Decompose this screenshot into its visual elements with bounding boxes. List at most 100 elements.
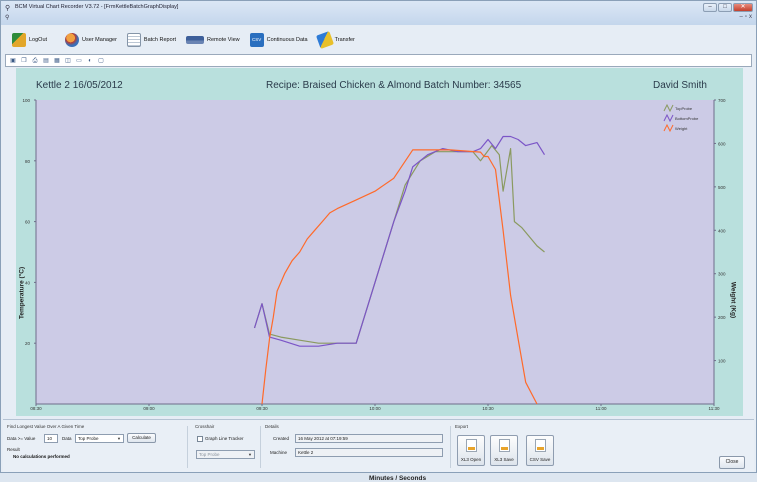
y-tick-label: 100 — [22, 98, 30, 103]
data-select-label: Data — [62, 436, 72, 441]
result-text: No calculations performed — [13, 454, 70, 459]
continuous-data-button[interactable]: CSV Continuous Data — [247, 30, 311, 50]
pointer-icon[interactable]: ◐ — [86, 57, 94, 65]
csv-save-button[interactable]: CSV Save — [526, 435, 554, 466]
logout-icon — [12, 32, 26, 47]
close-window-button[interactable]: ✕ — [733, 3, 753, 12]
graph-line-tracker-label: Graph Line Tracker — [205, 436, 244, 441]
divider — [187, 426, 188, 468]
y-tick-label: 80 — [25, 159, 31, 164]
mdi-close-button[interactable]: x — [749, 14, 752, 20]
machine-field: Kettle 2 — [295, 448, 443, 457]
window-title: BCM Virtual Chart Recorder V3.72 - [FrmK… — [15, 4, 179, 10]
batch-graph[interactable]: 100 80 60 40 20 700 600 500 400 300 200 100 08:30 09:… — [16, 68, 743, 416]
logout-label: LogOut — [29, 36, 48, 43]
divider — [260, 426, 261, 468]
xl3-save-label: XL3 Save — [494, 457, 514, 462]
batch-report-button[interactable]: Batch Report — [124, 30, 179, 50]
csv-file-icon — [535, 439, 546, 452]
y-tick-label: 20 — [25, 341, 31, 346]
y2-tick-label: 300 — [718, 272, 726, 277]
x-tick-label: 11:30 — [709, 406, 720, 411]
app-icon: ⚲ — [5, 5, 11, 12]
chart-panel: Kettle 2 16/05/2012 Recipe: Braised Chic… — [16, 68, 743, 482]
y2-axis-label: Weight (Kg) — [729, 281, 737, 319]
mdi-controls: – ▫ x — [740, 14, 752, 20]
logout-button[interactable]: LogOut — [9, 30, 50, 50]
x-tick-label: 10:00 — [369, 406, 381, 411]
minimize-button[interactable]: – — [703, 3, 717, 12]
batch-report-label: Batch Report — [143, 36, 177, 43]
machine-label: Machine — [270, 450, 288, 455]
csv-data-icon: CSV — [249, 32, 264, 47]
maximize-button[interactable]: □ — [718, 3, 732, 12]
chart-icon[interactable]: ▤ — [42, 57, 50, 65]
y-tick-label: 60 — [25, 220, 31, 225]
crosshair-probe-value: Top Probe — [199, 452, 220, 457]
zoom-icon[interactable]: ▭ — [75, 57, 83, 65]
x-tick-label: 11:00 — [596, 406, 607, 411]
result-label: Result — [7, 447, 20, 452]
y2-tick-label: 200 — [718, 315, 726, 320]
grid-icon[interactable]: ▦ — [53, 57, 61, 65]
created-field: 16 May 2012 at 07:19:59 — [295, 434, 443, 443]
mdi-minimize-button[interactable]: – — [740, 14, 743, 20]
crosshair-group-title: Crosshair — [195, 424, 215, 429]
x-tick-label: 10:30 — [482, 406, 494, 411]
excel-file-icon — [499, 439, 510, 452]
graph-line-tracker-checkbox[interactable] — [197, 436, 203, 442]
export-group-title: Export — [455, 424, 469, 429]
transfer-button[interactable]: Transfer — [315, 30, 358, 50]
xl3-open-button[interactable]: XL3 Open — [457, 435, 485, 466]
y2-tick-label: 600 — [718, 141, 726, 146]
plot-area — [36, 100, 714, 404]
y2-tick-label: 500 — [718, 185, 726, 190]
csv-save-label: CSV Save — [529, 457, 551, 462]
app-window: ⚲ BCM Virtual Chart Recorder V3.72 - [Fr… — [0, 0, 757, 482]
copy-icon[interactable]: ❐ — [20, 57, 28, 65]
legend-label: BottomProbe — [675, 116, 699, 121]
chart-icon-toolbar: ▣ ❐ ⎙ ▤ ▦ ◫ ▭ ◐ ▢ — [5, 54, 752, 67]
xl3-open-label: XL3 Open — [460, 457, 482, 462]
value-input[interactable]: 10 — [44, 434, 58, 443]
x-tick-label: 09:30 — [256, 406, 268, 411]
remote-view-label: Remote View — [207, 36, 240, 43]
x-tick-label: 08:30 — [30, 406, 42, 411]
print-icon[interactable]: ⎙ — [31, 57, 39, 65]
find-group-title: Find Longest Value Over A Given Time — [7, 424, 85, 429]
main-toolbar: LogOut User Manager Batch Report Remote … — [3, 27, 754, 52]
legend-label: TopProbe — [675, 106, 693, 111]
mdi-child-icon[interactable]: ⚲ — [5, 14, 9, 21]
chevron-down-icon: ▼ — [248, 452, 252, 457]
created-label: Created — [273, 436, 290, 441]
title-bar: ⚲ BCM Virtual Chart Recorder V3.72 - [Fr… — [1, 1, 756, 25]
bottom-controls: Find Longest Value Over A Given Time Dat… — [3, 419, 754, 472]
probe-select[interactable]: Top Probe ▼ — [75, 434, 124, 443]
users-icon — [65, 32, 80, 47]
user-manager-label: User Manager — [82, 36, 117, 43]
mdi-restore-button[interactable]: ▫ — [745, 14, 747, 20]
save-icon[interactable]: ▣ — [9, 57, 17, 65]
x-tick-label: 09:00 — [143, 406, 155, 411]
data-value-label: Data >= Value — [7, 436, 36, 441]
x-axis-label: Minutes / Seconds — [369, 475, 427, 482]
y2-tick-label: 700 — [718, 98, 726, 103]
transfer-label: Transfer — [334, 36, 355, 43]
chevron-down-icon: ▼ — [117, 436, 121, 441]
transfer-icon — [315, 30, 334, 49]
calculate-button[interactable]: Calculate — [127, 433, 156, 443]
window-controls: – □ ✕ — [703, 3, 753, 12]
report-icon — [126, 32, 141, 47]
y2-tick-label: 400 — [718, 228, 726, 233]
details-group-title: Details — [265, 424, 279, 429]
crosshair-probe-select[interactable]: Top Probe ▼ — [196, 450, 255, 459]
line-chart-icon[interactable]: ◫ — [64, 57, 72, 65]
select-icon[interactable]: ▢ — [97, 57, 105, 65]
remote-view-button[interactable]: Remote View — [183, 30, 243, 50]
y-tick-label: 40 — [25, 280, 31, 285]
close-button[interactable]: Close — [719, 456, 745, 469]
divider — [450, 426, 451, 468]
excel-file-icon — [466, 439, 477, 452]
xl3-save-button[interactable]: XL3 Save — [490, 435, 518, 466]
user-manager-button[interactable]: User Manager — [62, 30, 120, 50]
